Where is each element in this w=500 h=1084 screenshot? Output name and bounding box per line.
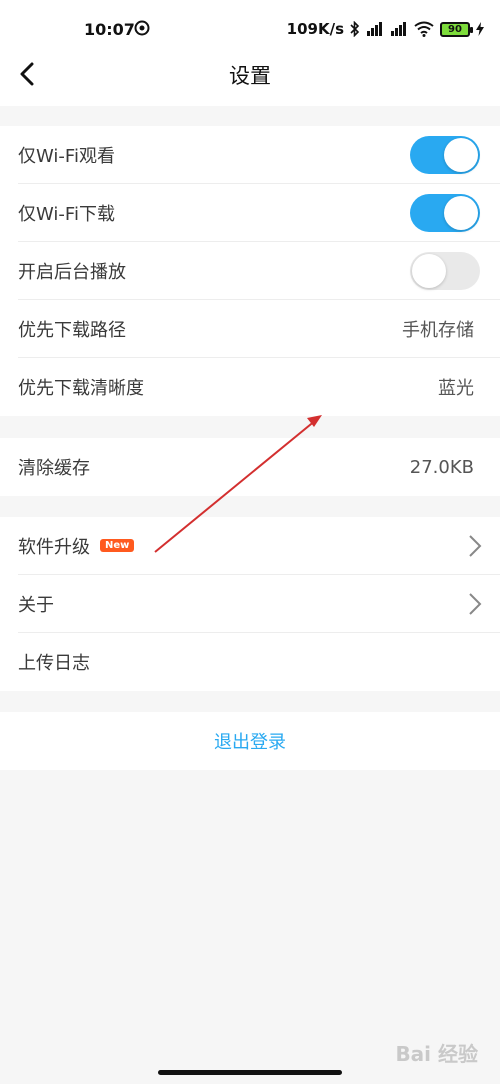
logout-button[interactable]: 退出登录 xyxy=(214,728,286,754)
notification-icon xyxy=(134,20,150,36)
setting-wifi-download: 仅Wi-Fi下载 xyxy=(18,184,500,242)
status-indicators: 109K/s 90 xyxy=(287,18,484,40)
setting-wifi-watch: 仅Wi-Fi观看 xyxy=(18,126,500,184)
status-time: 10:07 xyxy=(84,20,135,39)
watermark: Bai 经验 xyxy=(395,1042,478,1066)
navbar: 设置 xyxy=(0,46,500,106)
toggle-knob xyxy=(444,137,478,172)
settings-group-about: 软件升级 New 关于 上传日志 xyxy=(0,517,500,691)
setting-label: 软件升级 xyxy=(18,536,90,558)
setting-about[interactable]: 关于 xyxy=(18,575,500,633)
setting-clear-cache[interactable]: 清除缓存 27.0KB xyxy=(18,438,500,496)
new-badge: New xyxy=(100,539,135,552)
page-title: 设置 xyxy=(229,64,271,88)
setting-download-quality[interactable]: 优先下载清晰度 蓝光 xyxy=(18,358,500,416)
toggle-knob xyxy=(412,253,446,288)
wifi-watch-toggle[interactable] xyxy=(410,135,480,174)
setting-background-play: 开启后台播放 xyxy=(18,242,500,300)
setting-label: 优先下载清晰度 xyxy=(18,378,144,399)
background-play-toggle[interactable] xyxy=(410,251,480,290)
signal-icon xyxy=(367,22,382,36)
cache-size: 27.0KB xyxy=(409,456,474,478)
wifi-download-toggle[interactable] xyxy=(410,193,480,232)
charging-icon xyxy=(476,22,484,36)
setting-label: 优先下载路径 xyxy=(18,319,126,341)
setting-label: 上传日志 xyxy=(18,653,90,674)
settings-group-cache: 清除缓存 27.0KB xyxy=(0,438,500,496)
setting-software-update[interactable]: 软件升级 New xyxy=(18,517,500,575)
setting-label: 仅Wi-Fi下载 xyxy=(18,203,115,225)
battery-level: 90 xyxy=(448,23,462,35)
network-speed: 109K/s xyxy=(286,20,344,38)
setting-label: 仅Wi-Fi观看 xyxy=(18,145,115,167)
chevron-right-icon xyxy=(469,534,482,557)
chevron-right-icon xyxy=(469,592,482,615)
setting-label: 关于 xyxy=(18,594,54,616)
toggle-knob xyxy=(444,195,478,230)
settings-group-playback: 仅Wi-Fi观看 仅Wi-Fi下载 开启后台播放 优先下载路径 手机存储 优先下… xyxy=(0,126,500,416)
logout-bar: 退出登录 xyxy=(0,712,500,770)
setting-value: 蓝光 xyxy=(438,378,474,399)
setting-label: 开启后台播放 xyxy=(18,261,126,283)
battery-icon: 90 xyxy=(440,21,473,37)
home-indicator[interactable] xyxy=(158,1070,342,1075)
setting-value: 手机存储 xyxy=(402,319,474,341)
signal-icon-2 xyxy=(391,22,406,36)
setting-download-path[interactable]: 优先下载路径 手机存储 xyxy=(18,300,500,358)
setting-upload-log[interactable]: 上传日志 xyxy=(18,633,500,691)
setting-label: 清除缓存 xyxy=(18,458,90,479)
wifi-icon xyxy=(414,21,434,37)
bluetooth-icon xyxy=(350,21,360,37)
